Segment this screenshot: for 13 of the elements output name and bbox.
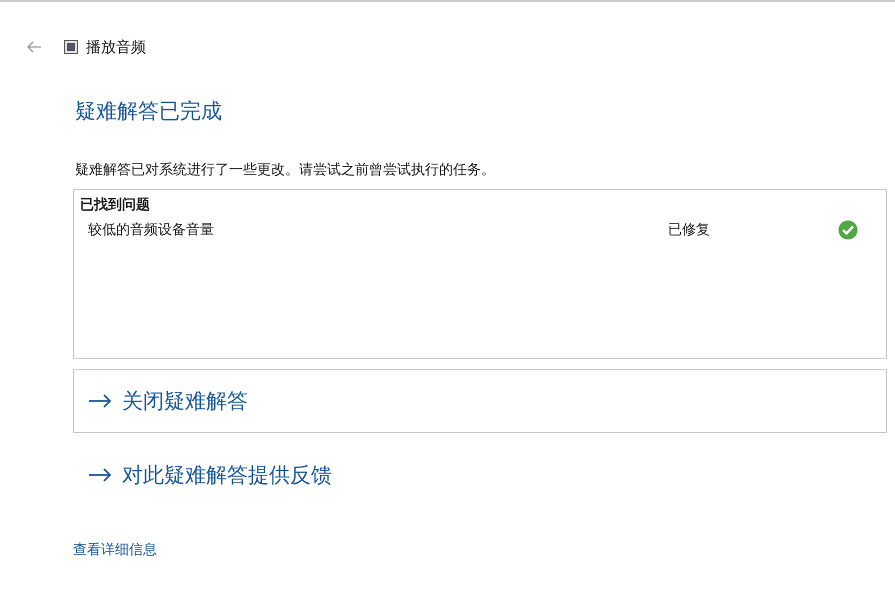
back-icon[interactable]	[26, 41, 42, 53]
page-title: 播放音频	[86, 38, 146, 56]
app-icon	[64, 40, 78, 54]
heading: 疑难解答已完成	[75, 98, 223, 125]
description: 疑难解答已对系统进行了一些更改。请尝试之前曾尝试执行的任务。	[75, 161, 496, 179]
problem-name: 较低的音频设备音量	[88, 221, 215, 239]
problems-title: 已找到问题	[80, 196, 151, 214]
arrow-icon	[88, 394, 112, 408]
problem-status: 已修复	[668, 221, 711, 239]
action-link[interactable]: 对此疑难解答提供反馈	[73, 443, 887, 507]
arrow-icon	[88, 468, 112, 482]
action-link[interactable]: 关闭疑难解答	[73, 369, 887, 433]
details-link[interactable]: 查看详细信息	[73, 541, 157, 559]
